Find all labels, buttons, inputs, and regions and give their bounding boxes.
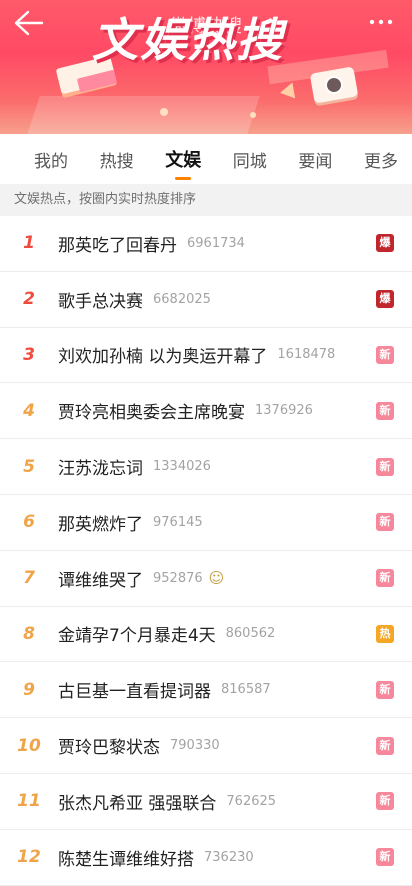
- dot-decoration: [250, 112, 256, 118]
- status-badge: 新: [376, 736, 394, 755]
- banner-decoration: [20, 96, 260, 134]
- tab-news[interactable]: 要闻: [298, 147, 332, 172]
- more-dots-icon: [369, 19, 393, 25]
- list-item[interactable]: 11 张杰凡希亚 强强联合 762625 新: [0, 774, 412, 830]
- status-badge: 热: [376, 624, 394, 643]
- status-badge: 新: [376, 569, 394, 588]
- heat-count: 1376926: [255, 403, 313, 419]
- status-badge: 新: [376, 680, 394, 699]
- heat-count: 762625: [226, 793, 277, 809]
- topic-title: 贾玲亮相奥委会主席晚宴: [58, 403, 245, 424]
- status-badge: 新: [376, 513, 394, 532]
- status-badge: 爆: [376, 290, 394, 309]
- rank-number: 10: [17, 735, 41, 756]
- rank-number: 9: [23, 679, 35, 700]
- list-item[interactable]: 5 汪苏泷忘词 1334026 新: [0, 439, 412, 495]
- back-arrow-icon: [14, 10, 44, 36]
- heat-count: 1618478: [277, 347, 336, 363]
- status-badge: 爆: [376, 234, 394, 253]
- rank-number: 6: [23, 512, 35, 533]
- rank-number: 3: [23, 344, 35, 365]
- list-item[interactable]: 2 歌手总决赛 6682025 爆: [0, 272, 412, 328]
- status-badge: 新: [376, 401, 394, 420]
- tab-hot-search[interactable]: 热搜: [100, 147, 134, 172]
- tab-mine[interactable]: 我的: [34, 147, 68, 172]
- topic-title: 贾玲巴黎状态: [58, 738, 160, 759]
- heat-count: 6682025: [153, 291, 211, 307]
- list-item[interactable]: 8 金靖孕7个月暴走4天 860562 热: [0, 607, 412, 663]
- topic-title: 那英燃炸了: [58, 514, 143, 535]
- topic-title: 歌手总决赛: [58, 291, 143, 312]
- list-item[interactable]: 6 那英燃炸了 976145 新: [0, 495, 412, 551]
- list-item[interactable]: 9 古巨基一直看提词器 816587 新: [0, 662, 412, 719]
- topic-title: 那英吃了回春丹: [58, 235, 177, 256]
- rank-number: 4: [23, 400, 35, 421]
- rank-number: 8: [23, 623, 35, 644]
- topic-title: 张杰凡希亚 强强联合: [58, 793, 217, 814]
- list-item[interactable]: 12 陈楚生谭维维好搭 736230 新: [0, 830, 412, 886]
- topic-title: 刘欢加孙楠 以为奥运开幕了: [58, 347, 268, 368]
- list-description: 文娱热点，按圈内实时热度排序: [0, 184, 412, 216]
- topic-title: 陈楚生谭维维好搭: [58, 849, 194, 870]
- status-badge: 新: [376, 792, 394, 811]
- heat-count: 860562: [225, 626, 276, 642]
- rank-number: 2: [23, 289, 35, 310]
- rank-number: 11: [17, 791, 41, 812]
- status-badge: 新: [376, 457, 394, 476]
- rank-number: 5: [23, 456, 35, 477]
- banner-title: 文娱热搜: [92, 13, 284, 67]
- status-badge: 新: [376, 345, 394, 364]
- heat-count: 790330: [170, 738, 220, 754]
- header-banner: 微博热搜 文娱热搜: [0, 0, 412, 134]
- back-button[interactable]: [12, 8, 44, 38]
- tab-more[interactable]: 更多: [364, 147, 398, 172]
- rank-number: 12: [17, 847, 41, 868]
- camera-lens: [323, 74, 345, 96]
- category-tabs: 我的 热搜 文娱 同城 要闻 更多: [0, 134, 412, 184]
- list-item[interactable]: 4 贾玲亮相奥委会主席晚宴 1376926 新: [0, 383, 412, 440]
- heat-count: 952876: [153, 570, 203, 586]
- camera-illustration: [309, 66, 359, 104]
- topic-title: 金靖孕7个月暴走4天: [58, 626, 216, 647]
- triangle-decoration: [280, 79, 300, 99]
- topic-title: 古巨基一直看提词器: [58, 682, 211, 703]
- list-item[interactable]: 10 贾玲巴黎状态 790330 新: [0, 718, 412, 774]
- status-badge: 新: [376, 848, 394, 867]
- rank-number: 7: [23, 568, 35, 589]
- heat-count: 976145: [153, 514, 203, 530]
- heat-count: 6961734: [187, 235, 245, 251]
- heat-count: 1334026: [153, 459, 211, 475]
- dot-decoration: [160, 108, 168, 116]
- crying-emoji-icon: ☺: [208, 569, 225, 588]
- rank-number: 1: [23, 233, 35, 254]
- heat-count: 816587: [221, 682, 271, 698]
- list-item[interactable]: 1 那英吃了回春丹 6961734 爆: [0, 216, 412, 272]
- tab-entertainment[interactable]: 文娱: [165, 146, 201, 180]
- hot-search-list: 1 那英吃了回春丹 6961734 爆 2 歌手总决赛 6682025 爆 3 刘欢加孙楠 以为奥…: [0, 216, 412, 886]
- heat-count: 736230: [204, 849, 254, 865]
- tab-local[interactable]: 同城: [233, 147, 267, 172]
- list-item[interactable]: 3 刘欢加孙楠 以为奥运开幕了 1618478 新: [0, 328, 412, 384]
- topic-title: 汪苏泷忘词: [58, 459, 143, 480]
- list-item[interactable]: 7 谭维维哭了 952876 ☺ 新: [0, 551, 412, 607]
- more-button[interactable]: [366, 10, 396, 34]
- topic-title: 谭维维哭了: [58, 570, 143, 591]
